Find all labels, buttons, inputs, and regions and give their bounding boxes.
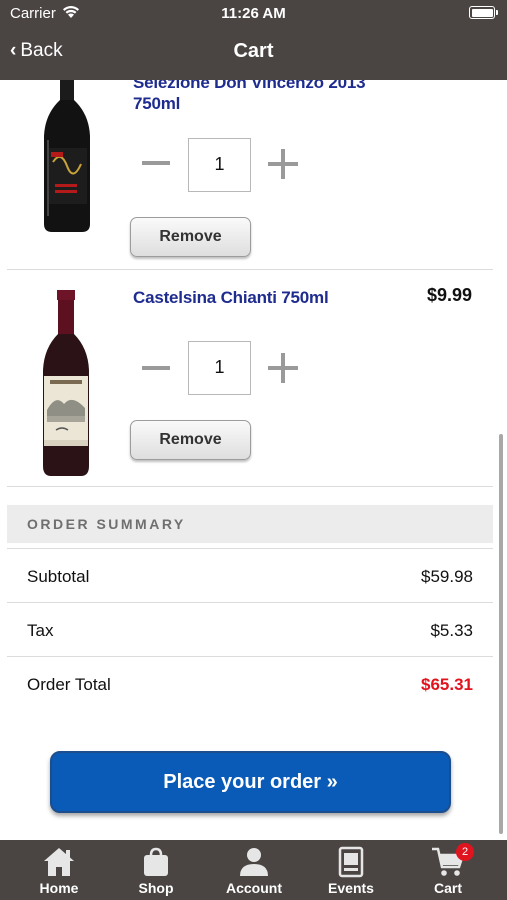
tax-value: $5.33: [430, 621, 473, 640]
increase-quantity-button[interactable]: [266, 147, 300, 181]
item-price: $9.99: [426, 285, 472, 305]
item-name-line2: 750ml: [133, 94, 181, 113]
item-name[interactable]: Selezione Don Vincenzo 2013 750ml: [133, 80, 366, 114]
tab-cart[interactable]: Cart: [398, 840, 498, 900]
subtotal-label: Subtotal: [27, 567, 90, 586]
chianti-wine-bottle-image: [43, 290, 89, 476]
place-order-button[interactable]: Place your order »: [50, 751, 451, 813]
order-summary-title: ORDER SUMMARY: [27, 516, 186, 532]
battery-icon: [469, 6, 498, 19]
tax-label: Tax: [27, 621, 54, 640]
decrease-quantity-button[interactable]: [138, 145, 174, 181]
remove-item-button[interactable]: Remove: [130, 217, 251, 257]
red-wine-bottle-image: [44, 80, 90, 232]
item-name-line1: Selezione Don Vincenzo 2013: [133, 80, 366, 92]
increase-quantity-button[interactable]: [266, 351, 300, 385]
cart-item: Castelsina Chianti 750ml $9.99 1 Remove: [0, 270, 507, 486]
tab-label: Shop: [138, 880, 174, 896]
tab-label: Events: [328, 880, 374, 896]
tab-events[interactable]: Events: [301, 840, 401, 900]
subtotal-value: $59.98: [421, 567, 473, 586]
summary-divider: [7, 602, 493, 603]
item-name[interactable]: Castelsina Chianti 750ml: [133, 287, 329, 308]
tab-label: Cart: [433, 880, 462, 896]
tab-bar: Home Shop Account Events Cart: [0, 840, 507, 900]
top-bar: Carrier 11:26 AM ‹ Back Cart: [0, 0, 507, 80]
status-time: 11:26 AM: [221, 5, 286, 22]
summary-divider: [7, 548, 493, 549]
remove-item-button[interactable]: Remove: [130, 420, 251, 460]
quantity-field[interactable]: 1: [188, 138, 251, 192]
calendar-icon: [338, 846, 364, 878]
summary-divider: [7, 656, 493, 657]
cart-item: Selezione Don Vincenzo 2013 750ml 1 Remo…: [0, 80, 507, 270]
cart-count-badge: 2: [456, 843, 474, 861]
scrollbar[interactable]: [499, 434, 503, 834]
tab-account[interactable]: Account: [204, 840, 304, 900]
cart-content[interactable]: Selezione Don Vincenzo 2013 750ml 1 Remo…: [0, 80, 507, 840]
item-divider: [7, 486, 493, 487]
order-summary-header: ORDER SUMMARY: [7, 505, 493, 543]
shopping-bag-icon: [144, 847, 168, 876]
home-icon: [44, 848, 74, 876]
status-bar: Carrier 11:26 AM: [0, 0, 507, 28]
quantity-field[interactable]: 1: [188, 341, 251, 395]
tab-label: Account: [226, 880, 282, 896]
tab-shop[interactable]: Shop: [106, 840, 206, 900]
tab-label: Home: [39, 880, 79, 896]
decrease-quantity-button[interactable]: [138, 350, 174, 386]
order-total-value: $65.31: [421, 675, 473, 694]
order-total-label: Order Total: [27, 675, 111, 694]
person-icon: [240, 848, 268, 876]
page-title: Cart: [233, 40, 274, 62]
tab-home[interactable]: Home: [9, 840, 109, 900]
